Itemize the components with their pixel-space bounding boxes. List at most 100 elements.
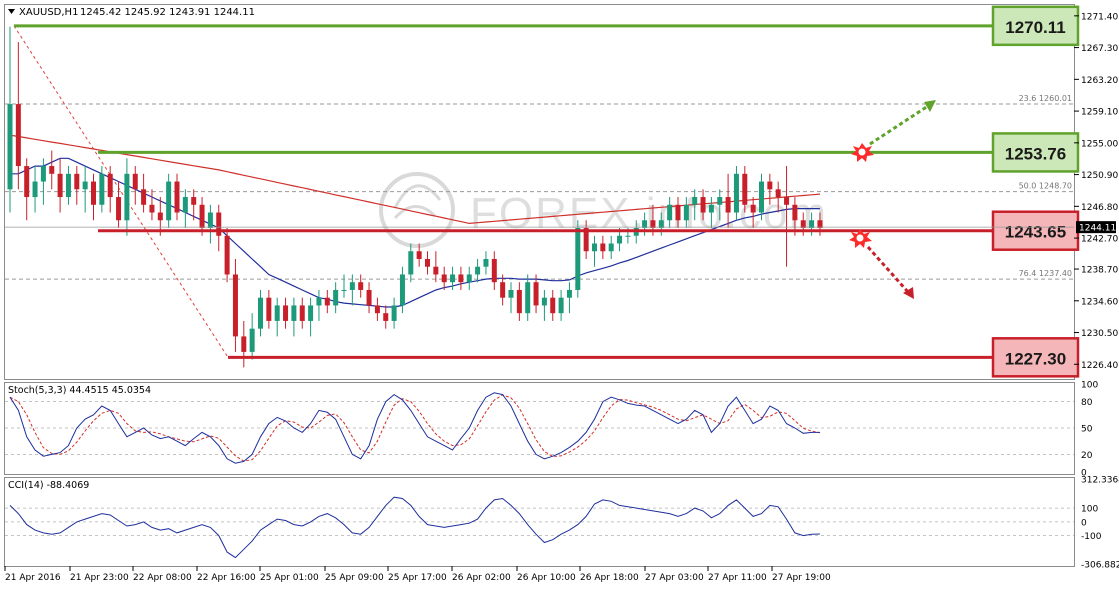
candle-body [166, 181, 172, 221]
candle-body [316, 297, 322, 306]
candle-body [550, 297, 556, 314]
candle-body [750, 204, 756, 213]
time-tick-label: 26 Apr 02:00 [452, 573, 511, 583]
fibo-label: 76.4 1237.40 [1019, 269, 1072, 278]
time-tick-label: 26 Apr 10:00 [517, 573, 576, 583]
stoch-tick-label: 20 [1081, 451, 1093, 461]
candle-body [308, 305, 314, 321]
candle-body [132, 173, 138, 190]
candle-body [241, 336, 247, 352]
candle-body [324, 297, 330, 306]
candle-body [7, 104, 13, 190]
time-tick-label: 22 Apr 16:00 [197, 573, 256, 583]
candle-body [575, 228, 581, 290]
candle-body [566, 289, 572, 298]
candle-body [458, 274, 464, 283]
level-label: 1227.30 [1005, 349, 1066, 368]
candle-body [107, 173, 113, 198]
time-tick-label: 21 Apr 2016 [5, 573, 61, 583]
level-label: 1270.11 [1005, 18, 1066, 37]
candle-body [525, 282, 531, 314]
cci-tick-label: 100 [1081, 505, 1098, 515]
candle-body [516, 289, 522, 314]
candle-body [82, 181, 88, 190]
time-tick-label: 25 Apr 17:00 [388, 573, 447, 583]
candle-body [708, 204, 714, 213]
candle-body [333, 289, 339, 306]
fibo-label: 50.0 1248.70 [1019, 182, 1072, 191]
candle-body [475, 266, 481, 275]
candle-body [541, 297, 547, 306]
candle-body [182, 197, 188, 213]
candle-body [533, 282, 539, 306]
candle-body [483, 258, 489, 267]
time-tick-label: 27 Apr 11:00 [708, 573, 767, 583]
current-price-label: 1244.11 [1079, 224, 1116, 234]
candle-body [57, 173, 63, 198]
candle-body [608, 243, 614, 252]
candle-body [500, 282, 506, 298]
candle-body [433, 266, 439, 275]
candle-body [174, 181, 180, 213]
candle-body [40, 166, 46, 182]
time-tick-label: 26 Apr 18:00 [580, 573, 639, 583]
candle-body [266, 297, 272, 321]
candle-body [784, 197, 790, 205]
candle-body [141, 189, 147, 205]
candle-body [700, 197, 706, 213]
stoch-tick-label: 100 [1081, 381, 1098, 391]
symbol-label: XAUUSD,H1 [19, 7, 78, 18]
time-tick-label: 25 Apr 01:00 [260, 573, 319, 583]
candle-body [224, 235, 230, 275]
candle-body [65, 173, 71, 198]
candle-body [91, 181, 96, 205]
candle-body [408, 251, 414, 275]
candle-body [232, 274, 238, 337]
price-tick-label: 1246.80 [1081, 203, 1118, 213]
candle-body [742, 173, 748, 205]
candle-body [15, 104, 21, 167]
candle-body [759, 181, 764, 213]
candle-body [491, 258, 497, 283]
level-label: 1253.76 [1005, 144, 1066, 163]
candle-body [391, 305, 397, 321]
fibo-label: 23.6 1260.01 [1019, 94, 1072, 103]
price-tick-label: 1259.10 [1081, 108, 1118, 118]
candle-body [207, 212, 213, 229]
price-tick-label: 1267.30 [1081, 44, 1118, 54]
chart-window[interactable]: FOREX.info.com 23.6 1260.0150.0 1248.707… [0, 0, 1119, 588]
candle-body [592, 243, 597, 252]
candle-body [733, 173, 739, 213]
level-label: 1243.65 [1005, 223, 1066, 242]
candle-body [49, 166, 55, 174]
time-tick-label: 27 Apr 03:00 [645, 573, 704, 583]
candle-body [692, 197, 698, 205]
candle-body [441, 274, 447, 283]
price-tick-label: 1250.90 [1081, 171, 1118, 181]
price-tick-label: 1271.40 [1081, 12, 1118, 22]
candle-body [366, 289, 372, 306]
candle-body [683, 204, 689, 221]
candle-body [74, 173, 80, 190]
candle-body [416, 251, 422, 259]
candle-body [349, 282, 355, 290]
candle-body [249, 328, 255, 352]
price-tick-label: 1255.00 [1081, 139, 1118, 149]
candle-body [32, 181, 38, 198]
cci-tick-label: 312.3364 [1081, 476, 1119, 486]
price-tick-label: 1238.70 [1081, 266, 1118, 276]
candle-body [116, 197, 122, 221]
price-tick-label: 1242.70 [1081, 235, 1118, 245]
candle-body [717, 197, 723, 205]
candle-body [450, 274, 456, 283]
candle-body [792, 204, 798, 221]
time-tick-label: 22 Apr 08:00 [133, 573, 192, 583]
candle-body [24, 166, 30, 198]
candle-body [291, 305, 297, 321]
cci-title: CCI(14) -88.4069 [8, 480, 89, 491]
price-tick-label: 1226.40 [1081, 361, 1118, 371]
candle-body [558, 297, 564, 314]
candle-body [425, 258, 430, 267]
stoch-title: Stoch(5,3,3) 44.4515 45.0354 [8, 385, 151, 396]
candle-body [191, 197, 197, 205]
